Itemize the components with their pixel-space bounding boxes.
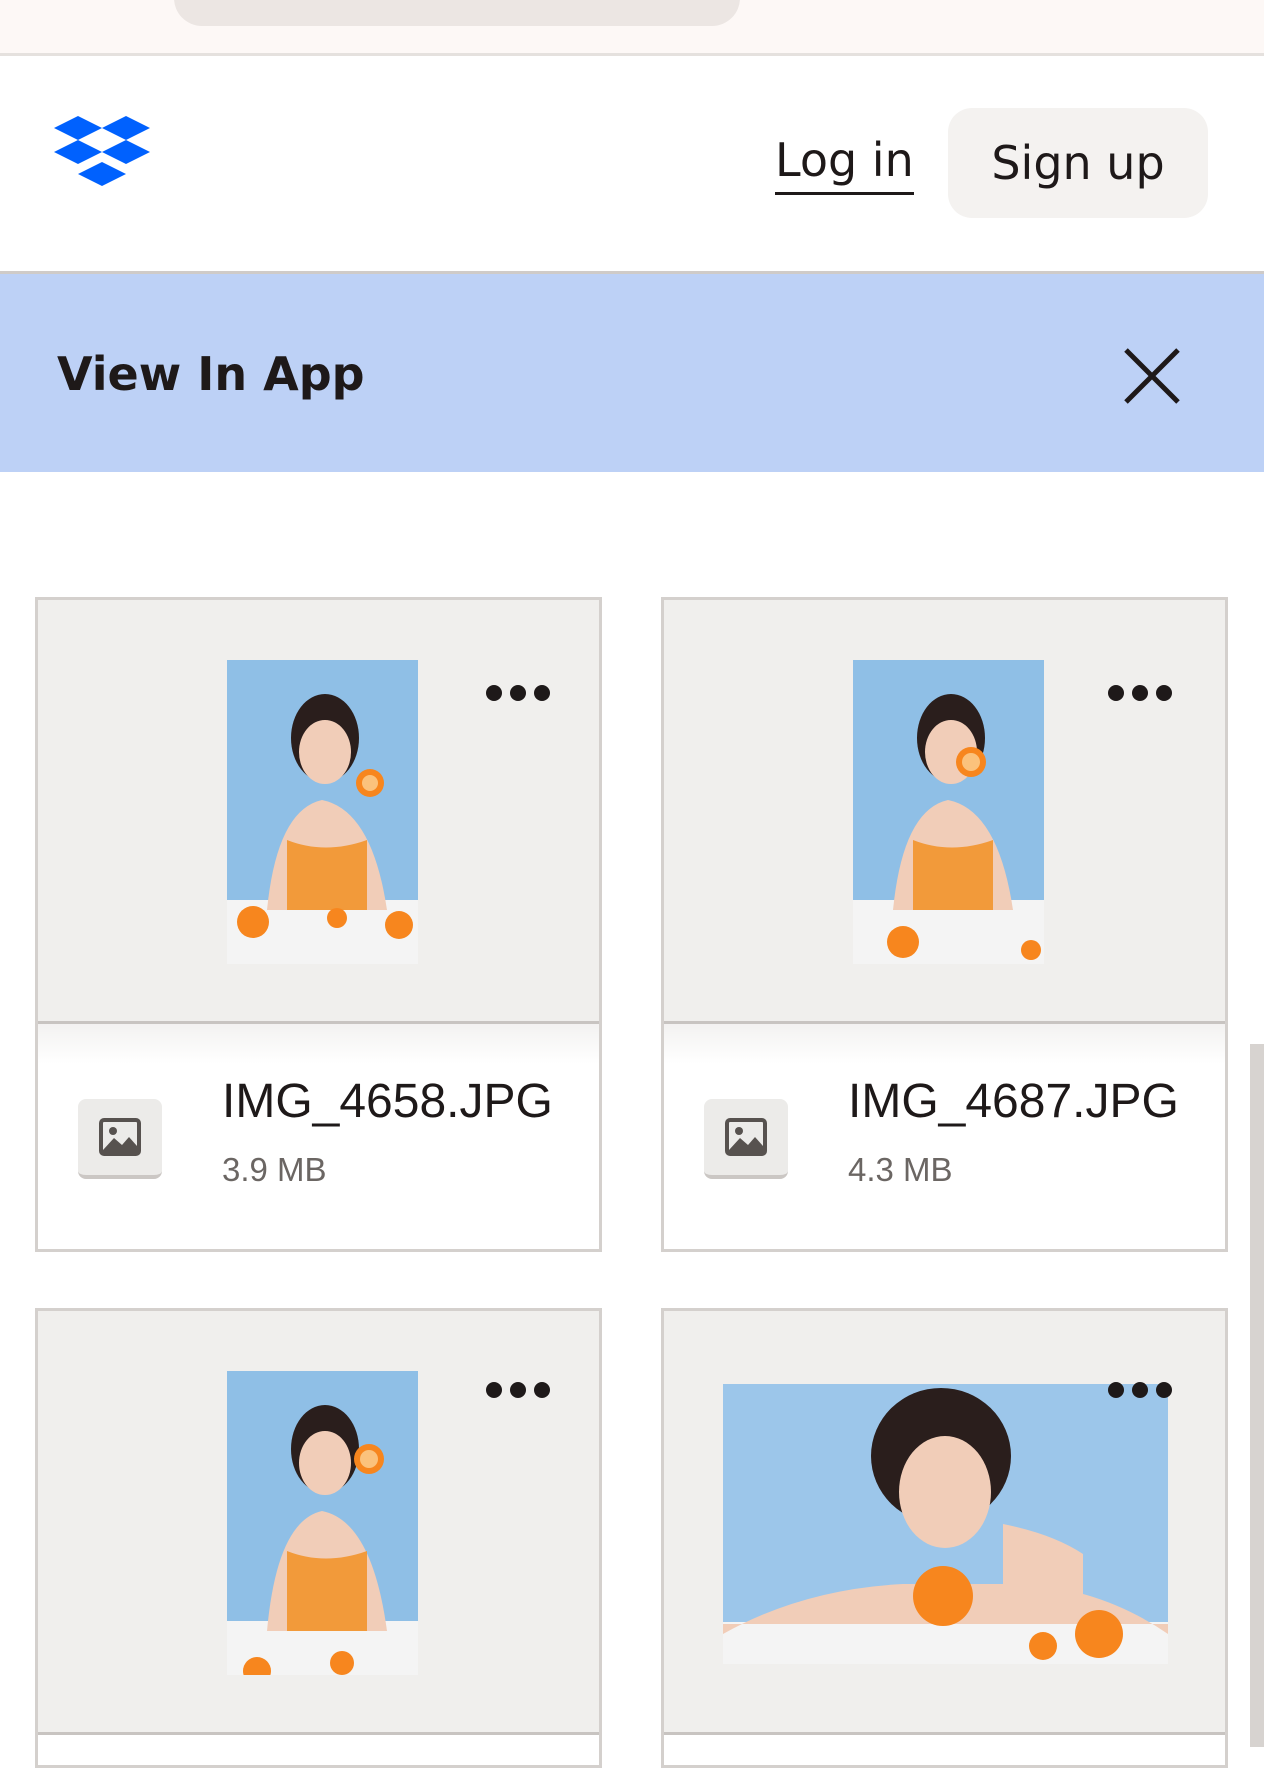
file-name[interactable]: IMG_4687.JPG [848, 1072, 1179, 1132]
file-thumbnail-area[interactable] [38, 1311, 599, 1735]
photo-thumbnail [227, 1371, 418, 1675]
page-scrollbar[interactable] [1250, 1044, 1264, 1747]
file-thumbnail-area[interactable] [38, 600, 599, 1024]
banner-title: View In App [57, 347, 365, 401]
file-thumbnail-area[interactable] [664, 1311, 1225, 1735]
dropbox-logo-icon[interactable] [54, 116, 150, 198]
more-options-button[interactable] [1108, 1375, 1172, 1405]
image-file-icon [704, 1099, 788, 1179]
photo-thumbnail [853, 660, 1044, 964]
photo-thumbnail [723, 1384, 1168, 1664]
file-card[interactable]: IMG_4658.JPG 3.9 MB [35, 597, 602, 1252]
view-in-app-banner[interactable]: View In App [0, 274, 1264, 472]
file-card[interactable] [661, 1308, 1228, 1768]
file-name[interactable]: IMG_4658.JPG [222, 1072, 553, 1132]
file-card[interactable] [35, 1308, 602, 1768]
more-options-button[interactable] [486, 678, 550, 708]
site-header: Log in Sign up [0, 56, 1264, 274]
login-link[interactable]: Log in [775, 132, 914, 195]
browser-address-pill[interactable] [174, 0, 740, 26]
file-info: IMG_4687.JPG 4.3 MB [664, 1024, 1225, 1248]
photo-thumbnail [227, 660, 418, 964]
more-options-button[interactable] [486, 1375, 550, 1405]
file-size: 3.9 MB [222, 1151, 327, 1188]
image-file-icon [78, 1099, 162, 1179]
file-thumbnail-area[interactable] [664, 600, 1225, 1024]
file-size: 4.3 MB [848, 1151, 953, 1188]
browser-top-strip [0, 0, 1264, 56]
more-options-button[interactable] [1108, 678, 1172, 708]
signup-button[interactable]: Sign up [948, 108, 1208, 218]
file-info: IMG_4658.JPG 3.9 MB [38, 1024, 599, 1248]
close-icon[interactable] [1118, 342, 1186, 410]
file-card[interactable]: IMG_4687.JPG 4.3 MB [661, 597, 1228, 1252]
